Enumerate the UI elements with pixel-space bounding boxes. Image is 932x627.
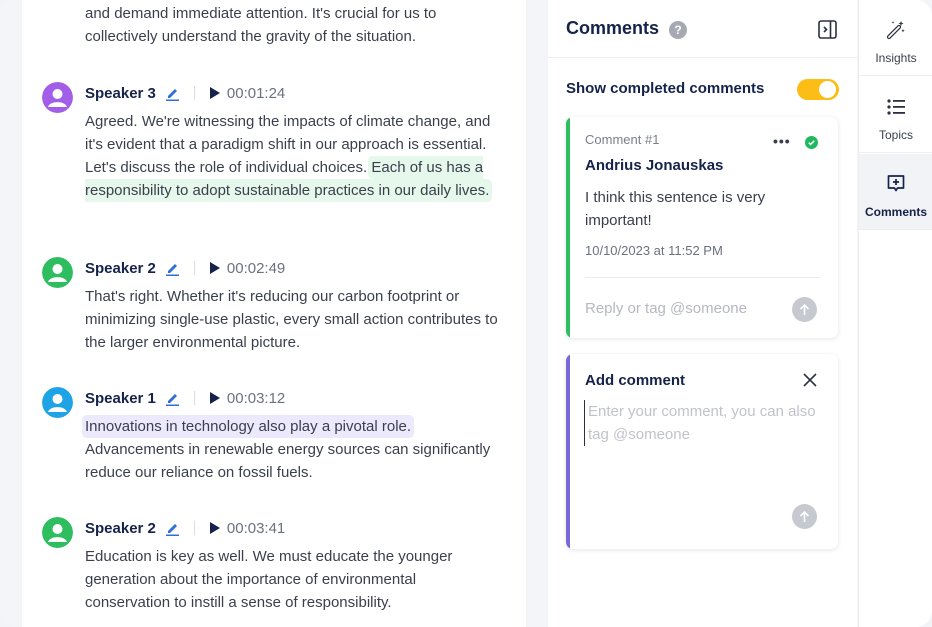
divider (193, 391, 195, 405)
play-icon[interactable] (209, 391, 221, 405)
comment-add-icon (887, 175, 905, 192)
add-comment-card: Add comment Enter your comment, you can … (566, 354, 838, 549)
show-completed-label: Show completed comments (566, 80, 765, 97)
segment-text: Agreed. We're witnessing the impacts of … (85, 113, 491, 199)
send-comment-button[interactable] (792, 504, 817, 529)
speaker-avatar (42, 387, 73, 418)
add-comment-title: Add comment (585, 372, 686, 389)
segment-text: Education is key as well. We must educat… (85, 548, 453, 611)
edit-speaker-icon[interactable] (164, 85, 180, 101)
play-icon[interactable] (209, 521, 221, 535)
comment-input[interactable]: Enter your comment, you can also tag @so… (584, 400, 819, 446)
speaker-name[interactable]: Speaker 3 (85, 85, 156, 102)
nav-label: Topics (878, 128, 913, 142)
transcript-panel: and demand immediate attention. It's cru… (22, 0, 526, 627)
comments-header: Comments ? (548, 0, 857, 58)
show-completed-toggle[interactable] (797, 79, 839, 100)
divider (193, 261, 195, 275)
divider (193, 86, 195, 100)
edit-speaker-icon[interactable] (164, 390, 180, 406)
comment-accent-bar (566, 117, 570, 338)
help-icon[interactable]: ? (669, 21, 687, 39)
collapse-panel-icon[interactable] (818, 20, 837, 39)
nav-label: Comments (864, 205, 927, 219)
toggle-knob (819, 81, 836, 98)
reply-input[interactable]: Reply or tag @someone (585, 300, 747, 317)
comment-body: I think this sentence is very important! (585, 189, 766, 229)
comment-date: 10/10/2023 at 11:52 PM (585, 243, 723, 258)
timestamp[interactable]: 00:03:41 (227, 520, 285, 537)
speaker-avatar (42, 257, 73, 288)
app-root: and demand immediate attention. It's cru… (0, 0, 932, 627)
nav-item-insights[interactable]: Insights (859, 0, 932, 76)
timestamp[interactable]: 00:03:12 (227, 390, 285, 407)
list-icon (887, 99, 905, 115)
completed-check-icon[interactable] (805, 136, 818, 149)
speaker-name[interactable]: Speaker 1 (85, 390, 156, 407)
timestamp[interactable]: 00:01:24 (227, 85, 285, 102)
comment-number: Comment #1 (585, 132, 660, 147)
divider (585, 277, 820, 278)
nav-item-comments[interactable]: Comments (859, 154, 932, 230)
play-icon[interactable] (209, 261, 221, 275)
send-reply-button[interactable] (792, 297, 817, 322)
transcript-text: and demand immediate attention. It's cru… (85, 5, 437, 45)
speaker-name[interactable]: Speaker 2 (85, 520, 156, 537)
speaker-avatar (42, 517, 73, 548)
timestamp[interactable]: 00:02:49 (227, 260, 285, 277)
divider (193, 521, 195, 535)
play-icon[interactable] (209, 86, 221, 100)
right-nav: Insights Topics Comments (858, 0, 932, 627)
comments-panel: Comments ? Show completed comments Comme… (548, 0, 857, 627)
comment-card: Comment #1 ••• Andrius Jonauskas I think… (566, 117, 838, 338)
more-options-icon[interactable]: ••• (773, 134, 791, 148)
close-icon[interactable] (802, 372, 818, 388)
edit-speaker-icon[interactable] (164, 260, 180, 276)
panel-title: Comments (566, 18, 660, 38)
nav-label: Insights (875, 51, 917, 65)
speaker-avatar (42, 82, 73, 113)
nav-item-topics[interactable]: Topics (859, 77, 932, 153)
magic-wand-icon (886, 21, 905, 40)
edit-speaker-icon[interactable] (164, 520, 180, 536)
comment-author: Andrius Jonauskas (585, 157, 724, 174)
segment-text: That's right. Whether it's reducing our … (85, 288, 498, 351)
add-comment-accent-bar (566, 354, 570, 549)
segment-text: Innovations in technology also play a pi… (85, 418, 491, 481)
commented-text[interactable]: Innovations in technology also play a pi… (85, 418, 412, 435)
speaker-name[interactable]: Speaker 2 (85, 260, 156, 277)
